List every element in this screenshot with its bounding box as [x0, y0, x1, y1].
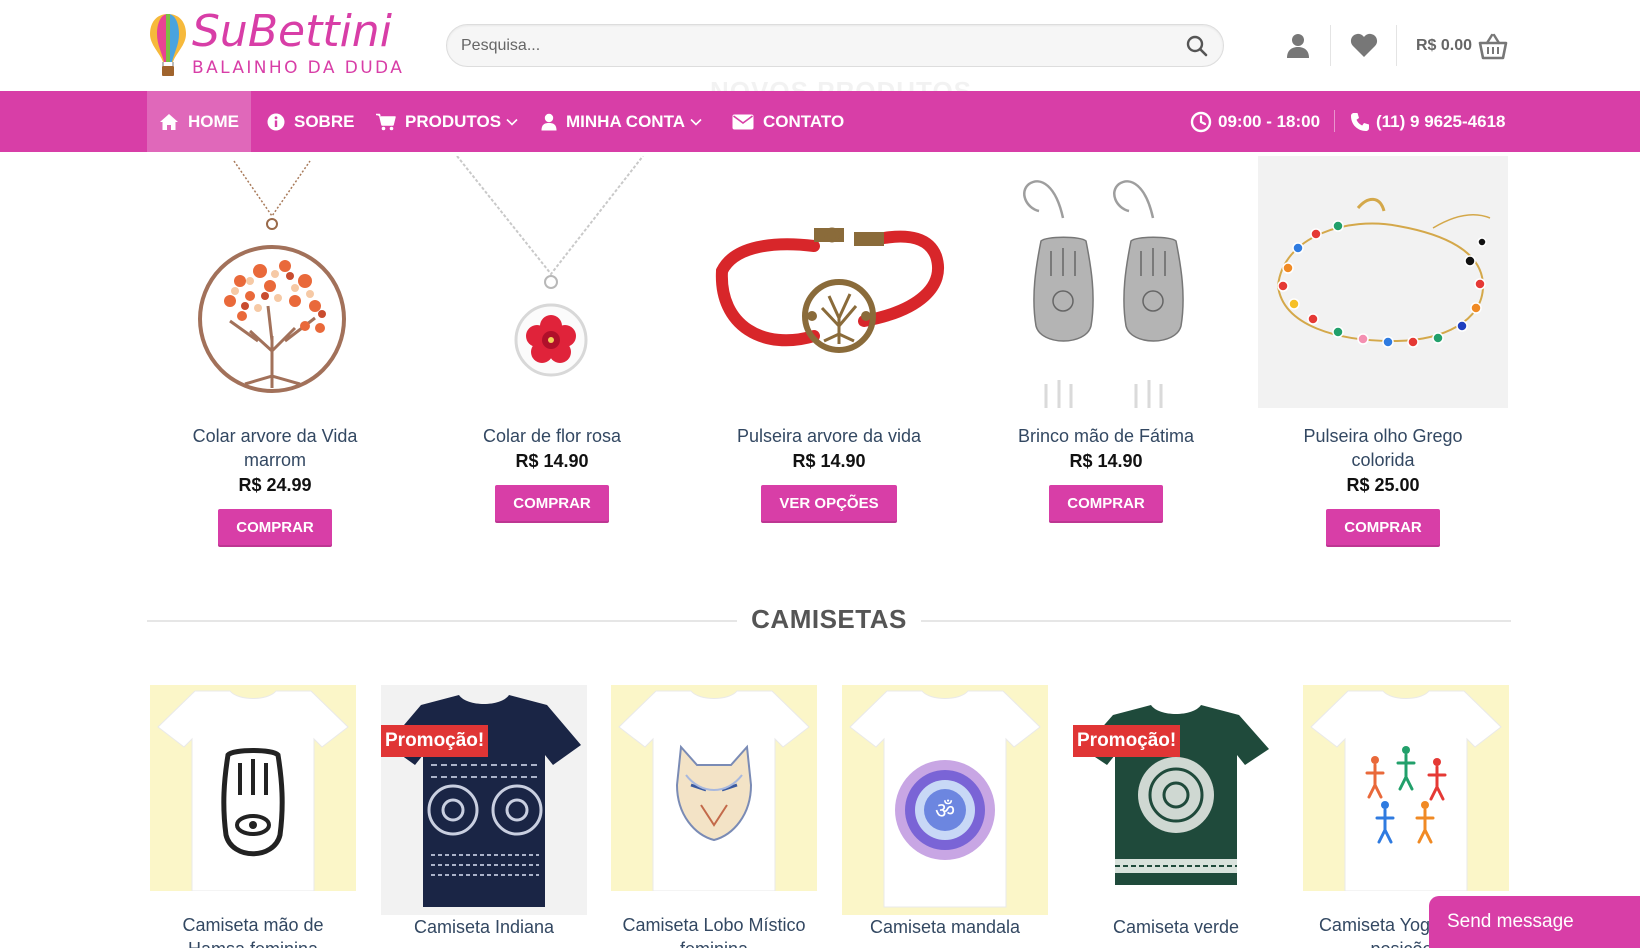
hamsa-shirt-image	[157, 690, 349, 891]
main-nav: HOME SOBRE PRODUTOS MINHA CONTA CONTATO …	[0, 91, 1640, 152]
tree-of-life-necklace-image	[198, 160, 346, 393]
product-image[interactable]	[981, 156, 1231, 408]
shirt-name[interactable]: Camiseta mão de Hamsa feminina	[150, 913, 356, 948]
chevron-down-icon	[690, 118, 702, 126]
buy-button[interactable]: COMPRAR	[1049, 485, 1163, 523]
product-image[interactable]	[1258, 156, 1508, 408]
product-card: Colar arvore da Vida marrom R$ 24.99 COM…	[150, 156, 400, 547]
product-card: Pulseira arvore da vida R$ 14.90 VER OPÇ…	[704, 156, 954, 523]
tree-bracelet-image	[715, 227, 944, 353]
shirt-card: Promoção! Camiseta verde	[1073, 685, 1279, 939]
buy-button[interactable]: COMPRAR	[218, 509, 332, 547]
product-price: R$ 24.99	[238, 475, 312, 495]
view-options-button[interactable]: VER OPÇÕES	[761, 485, 897, 523]
product-name[interactable]: Colar de flor rosa	[427, 424, 677, 448]
nav-sobre[interactable]: SOBRE	[267, 91, 354, 152]
hot-air-balloon-icon	[150, 14, 186, 76]
promo-badge: Promoção!	[1073, 725, 1181, 757]
indian-shirt-image	[387, 695, 581, 907]
nav-sobre-label: SOBRE	[294, 111, 355, 131]
logo-subtitle: BALAINHO DA DUDA	[192, 58, 405, 78]
product-image[interactable]	[427, 155, 677, 408]
logo-title: SuBettini	[192, 6, 392, 57]
account-icon[interactable]	[1284, 32, 1312, 60]
hamsa-earrings-image	[1023, 180, 1184, 408]
nav-divider	[1334, 110, 1335, 132]
product-price: R$ 25.00	[1346, 475, 1420, 495]
shirt-card: Camiseta mão de Hamsa feminina	[150, 685, 356, 948]
shirt-name[interactable]: Camiseta verde	[1073, 915, 1279, 939]
envelope-icon	[732, 114, 754, 129]
business-hours: 09:00 - 18:00	[1190, 91, 1320, 152]
shirt-image[interactable]	[611, 685, 817, 891]
product-name[interactable]: Brinco mão de Fátima	[981, 424, 1231, 448]
product-name[interactable]: Pulseira olho Grego colorida	[1258, 424, 1508, 472]
shirt-name[interactable]: Camiseta mandala	[842, 915, 1048, 939]
nav-minha-conta-label: MINHA CONTA	[566, 111, 685, 131]
cart-icon	[376, 113, 396, 130]
phone-number[interactable]: (11) 9 9625-4618	[1350, 91, 1506, 152]
product-price: R$ 14.90	[792, 451, 866, 471]
search-input[interactable]	[461, 25, 1161, 66]
search-icon[interactable]	[1185, 34, 1209, 58]
product-name[interactable]: Colar arvore da Vida marrom	[150, 424, 400, 472]
phone-text: (11) 9 9625-4618	[1376, 111, 1506, 131]
product-card: Pulseira olho Grego colorida R$ 25.00 CO…	[1258, 156, 1508, 547]
wishlist-heart-icon[interactable]	[1350, 32, 1378, 58]
flower-necklace-image	[456, 155, 644, 377]
clock-icon	[1190, 111, 1212, 132]
buy-button[interactable]: COMPRAR	[1326, 509, 1440, 547]
user-icon	[541, 113, 557, 130]
product-price: R$ 14.90	[515, 451, 589, 471]
promo-badge: Promoção!	[381, 725, 489, 757]
phone-icon	[1351, 112, 1369, 131]
shirt-card: ॐ Camiseta mandala	[842, 685, 1048, 939]
nav-minha-conta[interactable]: MINHA CONTA	[541, 91, 702, 152]
search-bar	[446, 24, 1224, 67]
mandala-shirt-image: ॐ	[849, 690, 1041, 908]
header-divider	[1330, 25, 1331, 66]
shirt-image[interactable]: Promoção!	[1073, 685, 1279, 915]
nav-produtos[interactable]: PRODUTOS	[376, 91, 518, 152]
green-shirt-image	[1083, 705, 1269, 885]
nav-home[interactable]: HOME	[147, 91, 251, 152]
chevron-down-icon	[506, 118, 518, 126]
shirt-name[interactable]: Camiseta Lobo Místico feminina	[611, 913, 817, 948]
nav-contato-label: CONTATO	[763, 111, 845, 131]
product-image[interactable]	[150, 156, 400, 408]
section-header-camisetas: CAMISETAS	[147, 600, 1511, 640]
shirt-name[interactable]: Camiseta Indiana	[381, 915, 587, 939]
yoga-shirt-image	[1310, 690, 1502, 891]
buy-button[interactable]: COMPRAR	[495, 485, 609, 523]
site-logo[interactable]: SuBettini BALAINHO DA DUDA	[148, 6, 410, 80]
info-icon	[267, 113, 285, 130]
cart-total: R$ 0.00	[1416, 37, 1473, 54]
product-card: Colar de flor rosa R$ 14.90 COMPRAR	[427, 155, 677, 523]
svg-text:ॐ: ॐ	[935, 799, 955, 824]
wolf-shirt-image	[618, 690, 810, 891]
shirt-image[interactable]	[1303, 685, 1509, 891]
evil-eye-bracelet-image	[1276, 197, 1491, 348]
header-divider	[1396, 25, 1397, 66]
shirt-image[interactable]: ॐ	[842, 685, 1048, 915]
product-card: Brinco mão de Fátima R$ 14.90 COMPRAR	[981, 156, 1231, 523]
nav-contato[interactable]: CONTATO	[732, 91, 844, 152]
cart-button[interactable]: R$ 0.00	[1416, 30, 1508, 62]
home-icon	[160, 113, 178, 130]
shirt-image[interactable]: Promoção!	[381, 685, 587, 915]
send-message-button[interactable]: Send message	[1429, 896, 1640, 948]
product-name[interactable]: Pulseira arvore da vida	[704, 424, 954, 448]
shirt-image[interactable]	[150, 685, 356, 891]
nav-produtos-label: PRODUTOS	[405, 111, 502, 131]
product-price: R$ 14.90	[1069, 451, 1143, 471]
nav-home-label: HOME	[188, 111, 239, 131]
hours-text: 09:00 - 18:00	[1218, 111, 1321, 131]
shirt-card: Camiseta Lobo Místico feminina	[611, 685, 817, 948]
product-image[interactable]	[704, 156, 954, 408]
basket-icon	[1478, 33, 1508, 60]
shirt-card: Promoção! Camiseta Indiana	[381, 685, 587, 939]
section-title: CAMISETAS	[751, 604, 907, 634]
